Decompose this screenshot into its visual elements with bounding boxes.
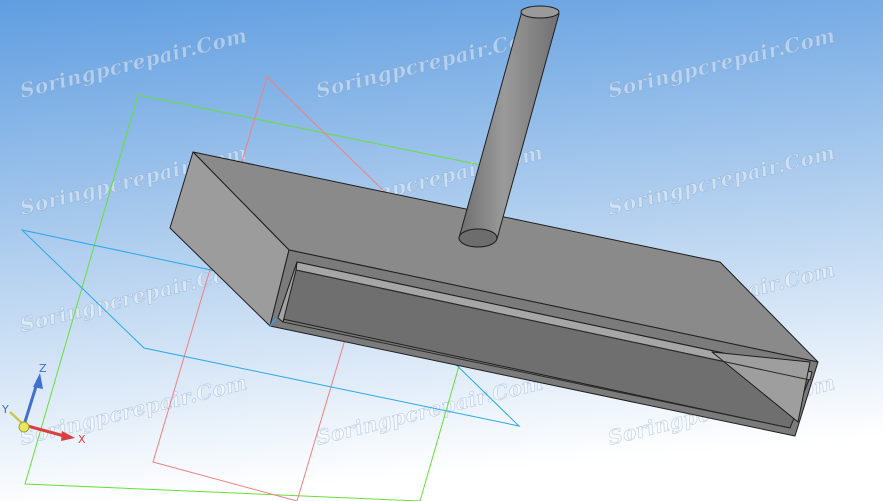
rod-bottom-cap [458, 228, 498, 248]
x-axis-label: X [78, 433, 86, 446]
triad-origin [18, 421, 30, 433]
z-axis-label: Z [39, 362, 47, 375]
y-axis-label: Y [1, 403, 9, 416]
rod-top-cap [520, 5, 560, 19]
scene-canvas[interactable]: Soringpcrepair.Com Soringpcrepair.Com So… [0, 0, 883, 501]
3d-viewport[interactable]: Soringpcrepair.Com Soringpcrepair.Com So… [0, 0, 883, 501]
